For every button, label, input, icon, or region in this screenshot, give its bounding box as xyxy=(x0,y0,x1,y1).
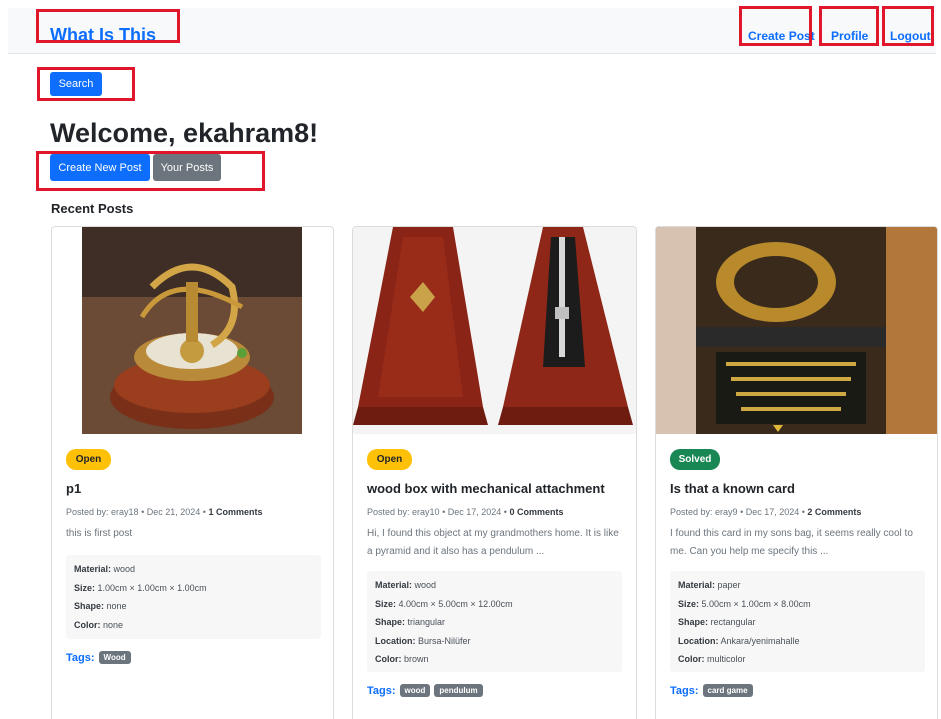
tag-badge[interactable]: wood xyxy=(399,684,431,697)
create-new-post-button[interactable]: Create New Post xyxy=(50,154,150,181)
tag-badge[interactable]: card game xyxy=(702,684,753,697)
status-badge: Open xyxy=(66,449,111,470)
post-image[interactable] xyxy=(656,227,937,434)
post-details: Material: wood Size: 1.00cm × 1.00cm × 1… xyxy=(66,555,321,639)
status-badge: Solved xyxy=(670,449,720,470)
post-meta: Posted by: eray18 • Dec 21, 2024 • 1 Com… xyxy=(66,507,263,517)
status-badge: Open xyxy=(367,449,412,470)
post-card[interactable]: Solved Is that a known card Posted by: e… xyxy=(655,226,938,719)
post-title[interactable]: wood box with mechanical attachment xyxy=(367,481,605,496)
post-meta: Posted by: eray9 • Dec 17, 2024 • 2 Comm… xyxy=(670,507,862,517)
post-image[interactable] xyxy=(353,227,636,434)
nav-logout[interactable]: Logout xyxy=(890,29,931,43)
post-image[interactable] xyxy=(82,227,302,434)
post-details: Material: paper Size: 5.00cm × 1.00cm × … xyxy=(670,571,925,672)
post-title[interactable]: Is that a known card xyxy=(670,481,795,496)
post-description: this is first post xyxy=(66,528,133,539)
post-card[interactable]: Open p1 Posted by: eray18 • Dec 21, 2024… xyxy=(51,226,334,719)
post-description: Hi, I found this object at my grandmothe… xyxy=(367,528,619,557)
post-meta: Posted by: eray10 • Dec 17, 2024 • 0 Com… xyxy=(367,507,564,517)
your-posts-button[interactable]: Your Posts xyxy=(153,154,221,181)
tag-badge[interactable]: pendulum xyxy=(434,684,483,697)
page-title: Welcome, ekahram8! xyxy=(50,118,319,148)
brand-link[interactable]: What Is This xyxy=(50,25,156,46)
post-details: Material: wood Size: 4.00cm × 5.00cm × 1… xyxy=(367,571,622,672)
nav-create-post[interactable]: Create Post xyxy=(748,29,815,43)
post-tags: Tags: Wood xyxy=(66,651,131,664)
post-tags: Tags: wood pendulum xyxy=(367,684,483,697)
post-title[interactable]: p1 xyxy=(66,481,81,496)
recent-posts-heading: Recent Posts xyxy=(51,201,134,216)
search-button[interactable]: Search xyxy=(50,72,102,96)
nav-profile[interactable]: Profile xyxy=(831,29,868,43)
navbar: What Is This Create Post Profile Logout xyxy=(8,8,936,54)
post-description: I found this card in my sons bag, it see… xyxy=(670,528,913,557)
post-tags: Tags: card game xyxy=(670,684,753,697)
post-card[interactable]: Open wood box with mechanical attachment… xyxy=(352,226,637,719)
tag-badge[interactable]: Wood xyxy=(98,651,131,664)
